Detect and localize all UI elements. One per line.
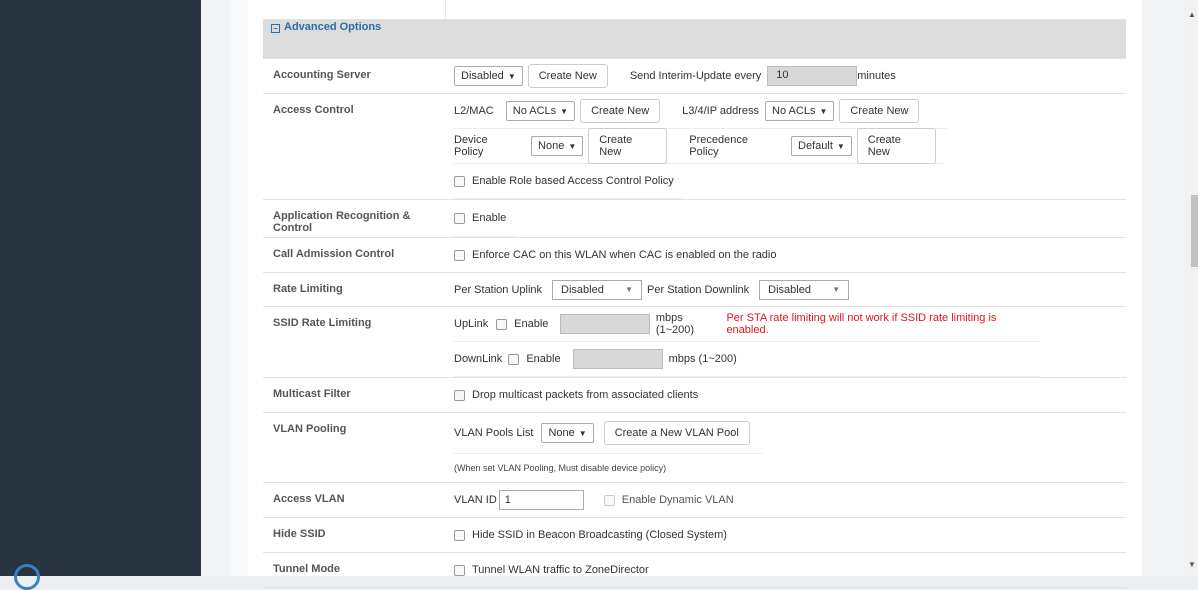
row-label: Access VLAN [263, 482, 445, 518]
interim-update-input[interactable]: 10 [767, 66, 858, 86]
advanced-options-header[interactable]: − Advanced Options [263, 19, 1126, 59]
scroll-down-icon[interactable]: ▼ [1188, 560, 1196, 569]
row-label: Application Recognition & Control [263, 199, 445, 238]
role-acl-checkbox[interactable] [454, 175, 465, 187]
scroll-up-icon[interactable]: ▲ [1188, 10, 1196, 19]
precedence-create-new-button[interactable]: Create New [856, 128, 936, 164]
l3-label: L3/4/IP address [682, 105, 760, 117]
l3-create-new-button[interactable]: Create New [839, 99, 920, 123]
uplink-enable-checkbox[interactable] [496, 318, 508, 330]
interim-update-label: Send Interim-Update every [629, 70, 762, 82]
dynamic-vlan-checkbox[interactable] [603, 494, 615, 506]
interim-unit-label: minutes [857, 70, 896, 82]
vlan-id-input[interactable]: 1 [498, 490, 584, 510]
per-station-downlink-select[interactable]: Disabled ▼ [759, 279, 850, 300]
accounting-server-select[interactable]: Disabled ▼ [454, 66, 523, 86]
per-station-uplink-label: Per Station Uplink [454, 283, 543, 296]
row-label: Tunnel Mode [263, 552, 445, 588]
vlan-pooling-note: (When set VLAN Pooling, Must disable dev… [454, 463, 667, 473]
row-multicast-filter: Multicast Filter Drop multicast packets … [263, 377, 1126, 413]
vlan-id-label: VLAN ID [454, 494, 497, 506]
row-label: Accounting Server [263, 58, 445, 94]
minus-box-icon[interactable]: − [271, 24, 280, 33]
caret-down-icon: ▼ [625, 284, 634, 294]
row-ssid-rate-limiting: SSID Rate Limiting UpLink Enable mbps (1… [263, 306, 1126, 378]
caret-down-icon: ▼ [836, 142, 845, 151]
row-label: Multicast Filter [263, 377, 445, 413]
caret-down-icon: ▼ [578, 429, 587, 438]
row-app-recognition: Application Recognition & Control Enable [263, 199, 1126, 238]
l2-create-new-button[interactable]: Create New [580, 99, 661, 123]
row-access-vlan: Access VLAN VLAN ID 1 Enable Dynamic VLA… [263, 482, 1126, 518]
caret-down-icon: ▼ [819, 107, 828, 116]
caret-down-icon: ▼ [560, 107, 569, 116]
uplink-unit-label: mbps (1~200) [655, 312, 695, 336]
downlink-unit-label: mbps (1~200) [668, 353, 737, 365]
role-acl-label: Enable Role based Access Control Policy [472, 175, 674, 187]
row-label: SSID Rate Limiting [263, 306, 445, 378]
advanced-options-table: − Advanced Options Accounting Server Disa… [263, 0, 1126, 588]
device-policy-label: Device Policy [454, 134, 488, 158]
tunnel-checkbox[interactable] [454, 564, 465, 576]
downlink-enable-label: Enable [526, 353, 561, 365]
multicast-checkbox[interactable] [454, 389, 465, 401]
scrollbar-thumb[interactable] [1191, 195, 1198, 267]
row-vlan-pooling: VLAN Pooling VLAN Pools List None ▼ Creat… [263, 412, 1126, 483]
hide-ssid-label: Hide SSID in Beacon Broadcasting (Closed… [472, 529, 727, 541]
caret-down-icon: ▼ [832, 284, 841, 294]
row-label: VLAN Pooling [263, 412, 445, 483]
precedence-policy-label: Precedence Policy [689, 134, 748, 158]
cac-label: Enforce CAC on this WLAN when CAC is ena… [472, 249, 777, 261]
scrollbar[interactable] [1184, 0, 1198, 576]
l2-acl-select[interactable]: No ACLs ▼ [505, 101, 576, 121]
row-call-admission-control: Call Admission Control Enforce CAC on th… [263, 237, 1126, 273]
vlan-pools-list-label: VLAN Pools List [454, 427, 534, 439]
l2-mac-label: L2/MAC [454, 105, 494, 117]
left-gutter-panel [231, 0, 248, 576]
help-icon[interactable] [14, 564, 40, 590]
row-label: Call Admission Control [263, 237, 445, 273]
cac-checkbox[interactable] [454, 249, 465, 261]
downlink-label: DownLink [454, 353, 503, 365]
create-vlan-pool-button[interactable]: Create a New VLAN Pool [603, 421, 750, 445]
downlink-rate-input[interactable] [572, 349, 663, 369]
precedence-policy-select[interactable]: Default ▼ [791, 136, 852, 156]
per-station-downlink-label: Per Station Downlink [647, 283, 750, 296]
right-gutter [1142, 0, 1184, 576]
app-recognition-enable-label: Enable [472, 212, 507, 224]
dynamic-vlan-label: Enable Dynamic VLAN [621, 494, 734, 506]
caret-down-icon: ▼ [507, 72, 516, 81]
row-access-control: Access Control L2/MAC No ACLs ▼ Create Ne… [263, 93, 1126, 200]
row-accounting-server: Accounting Server Disabled ▼ Create New S… [263, 58, 1126, 94]
app-recognition-checkbox[interactable] [454, 212, 465, 224]
caret-down-icon: ▼ [568, 142, 577, 151]
downlink-enable-checkbox[interactable] [508, 353, 520, 365]
sidebar [0, 0, 201, 590]
device-create-new-button[interactable]: Create New [588, 128, 668, 164]
accounting-create-new-button[interactable]: Create New [527, 64, 608, 88]
device-policy-select[interactable]: None ▼ [531, 136, 584, 156]
hide-ssid-checkbox[interactable] [454, 529, 465, 541]
uplink-enable-label: Enable [514, 318, 549, 330]
tunnel-label: Tunnel WLAN traffic to ZoneDirector [472, 564, 649, 576]
row-tunnel-mode: Tunnel Mode Tunnel WLAN traffic to ZoneD… [263, 552, 1126, 588]
vlan-pools-select[interactable]: None ▼ [541, 423, 594, 443]
uplink-label: UpLink [454, 318, 489, 330]
row-label: Hide SSID [263, 517, 445, 553]
ssid-rate-warning: Per STA rate limiting will not work if S… [726, 312, 997, 336]
row-label: Rate Limiting [263, 272, 445, 307]
row-rate-limiting: Rate Limiting Per Station Uplink Disable… [263, 272, 1126, 307]
multicast-label: Drop multicast packets from associated c… [472, 389, 699, 401]
section-title[interactable]: Advanced Options [284, 21, 381, 33]
l3-acl-select[interactable]: No ACLs ▼ [765, 101, 835, 121]
row-hide-ssid: Hide SSID Hide SSID in Beacon Broadcasti… [263, 517, 1126, 553]
row-label: Access Control [263, 93, 445, 200]
per-station-uplink-select[interactable]: Disabled ▼ [552, 279, 643, 300]
uplink-rate-input[interactable] [560, 314, 650, 334]
